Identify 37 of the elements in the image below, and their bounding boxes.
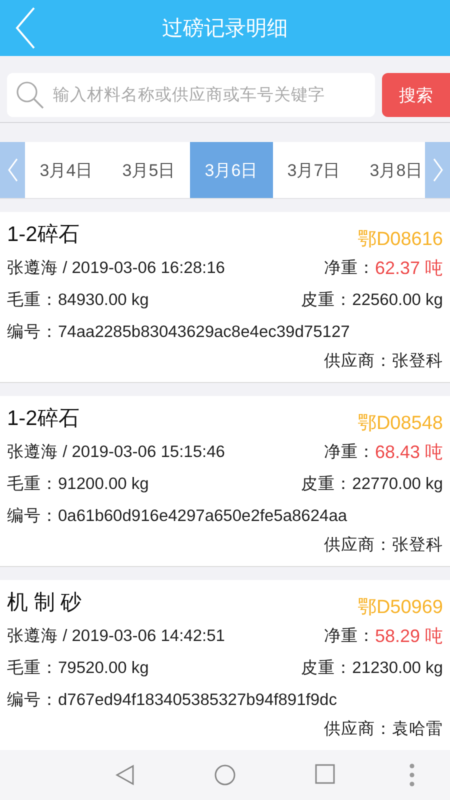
tare-weight: 皮重：21230.00 kg [301, 658, 443, 679]
net-weight-label: 净重： [324, 258, 375, 279]
plate-number: 鄂D50969 [357, 596, 443, 620]
net-weight-label: 净重： [324, 442, 375, 463]
net-weight-label: 净重： [324, 626, 375, 647]
tare-weight: 皮重：22770.00 kg [301, 474, 443, 495]
supplier: 供应商：张登科 [324, 351, 443, 372]
gross-weight: 毛重：79520.00 kg [7, 658, 149, 679]
net-weight-value: 68.43 吨 [374, 441, 443, 464]
gross-weight: 毛重：84930.00 kg [7, 290, 149, 311]
home-icon[interactable] [214, 764, 236, 786]
next-button[interactable] [425, 142, 450, 198]
page-title: 过磅记录明细 [162, 16, 288, 42]
gross-weight: 毛重：91200.00 kg [7, 474, 149, 495]
plate-number: 鄂D08548 [357, 412, 443, 436]
operator-time: 张遵海 / 2019-03-06 16:28:16 [7, 258, 225, 279]
net-weight-value: 62.37 吨 [374, 257, 443, 280]
record-number: 编号：d767ed94f183405385327b94f891f9dc [7, 690, 337, 711]
search-icon [15, 80, 45, 110]
material-name: 1-2碎石 [7, 222, 80, 248]
plate-number: 鄂D08616 [357, 228, 443, 252]
record-number: 编号：74aa2285b83043629ac8e4ec39d75127 [7, 322, 350, 343]
operator-time: 张遵海 / 2019-03-06 14:42:51 [7, 626, 225, 647]
chevron-left-icon [6, 157, 18, 183]
previous-button[interactable] [0, 142, 25, 198]
recent-apps-icon[interactable] [315, 764, 335, 784]
chevron-right-icon [432, 157, 444, 183]
more-icon[interactable] [409, 763, 415, 787]
back-icon[interactable] [114, 764, 136, 786]
supplier: 供应商：袁哈雷 [324, 719, 443, 740]
net-weight-value: 58.29 吨 [374, 625, 443, 648]
material-name: 机 制 砂 [7, 590, 82, 616]
tare-weight: 皮重：22560.00 kg [301, 290, 443, 311]
record-number: 编号：0a61b60d916e4297a650e2fe5a8624aa [7, 506, 348, 527]
material-name: 1-2碎石 [7, 406, 80, 432]
supplier: 供应商：张登科 [324, 535, 443, 556]
operator-time: 张遵海 / 2019-03-06 15:15:46 [7, 442, 225, 463]
